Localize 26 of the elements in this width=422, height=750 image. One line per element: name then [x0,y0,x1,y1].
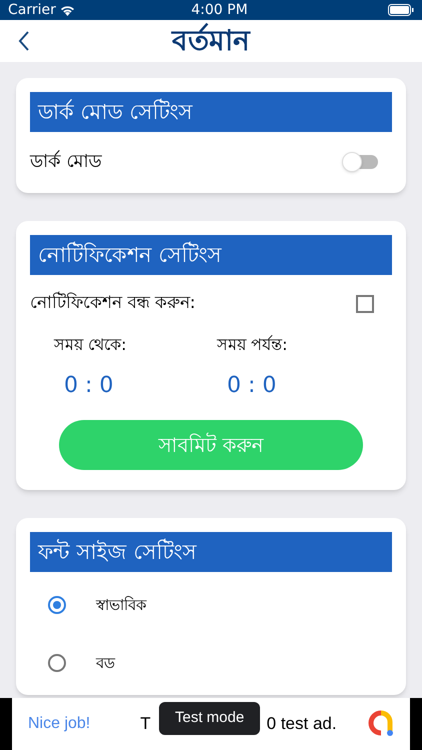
setting-label: ডার্ক মোড [30,149,102,174]
section-header: ফন্ট সাইজ সেটিংস [30,532,392,572]
ad-logo-icon [368,710,394,738]
checkbox[interactable] [356,294,374,313]
wifi-icon [60,4,75,16]
radio-button[interactable] [48,596,66,614]
option-label: বড [96,653,115,674]
radio-button[interactable] [48,654,66,672]
time-value[interactable]: 0 : 0 [227,368,276,402]
logo: বর্তমান [172,24,250,58]
section-header: ডার্ক মোড সেটিংস [30,92,392,132]
back-icon [18,30,30,52]
ad-banner[interactable]: Nice job! T Test mode 0 test ad. [12,698,410,750]
clock: 4:00 PM [191,0,248,20]
setting-label: নোটিফিকেশন বন্ধ করুন: [30,291,196,315]
battery-icon [388,4,414,16]
test-mode-badge: Test mode [159,702,260,734]
time-value[interactable]: 0 : 0 [64,368,114,402]
ad-text: T [140,713,151,736]
ad-text: 0 test ad. [266,713,337,736]
carrier-label: Carrier [8,0,56,20]
time-label: সময় থেকে: [54,334,126,356]
ad-headline: Nice job! [28,714,90,734]
section-header: নোটিফিকেশন সেটিংস [30,235,392,275]
option-label: স্বাভাবিক [96,594,147,616]
time-label: সময় পর্যন্ত: [217,334,288,356]
